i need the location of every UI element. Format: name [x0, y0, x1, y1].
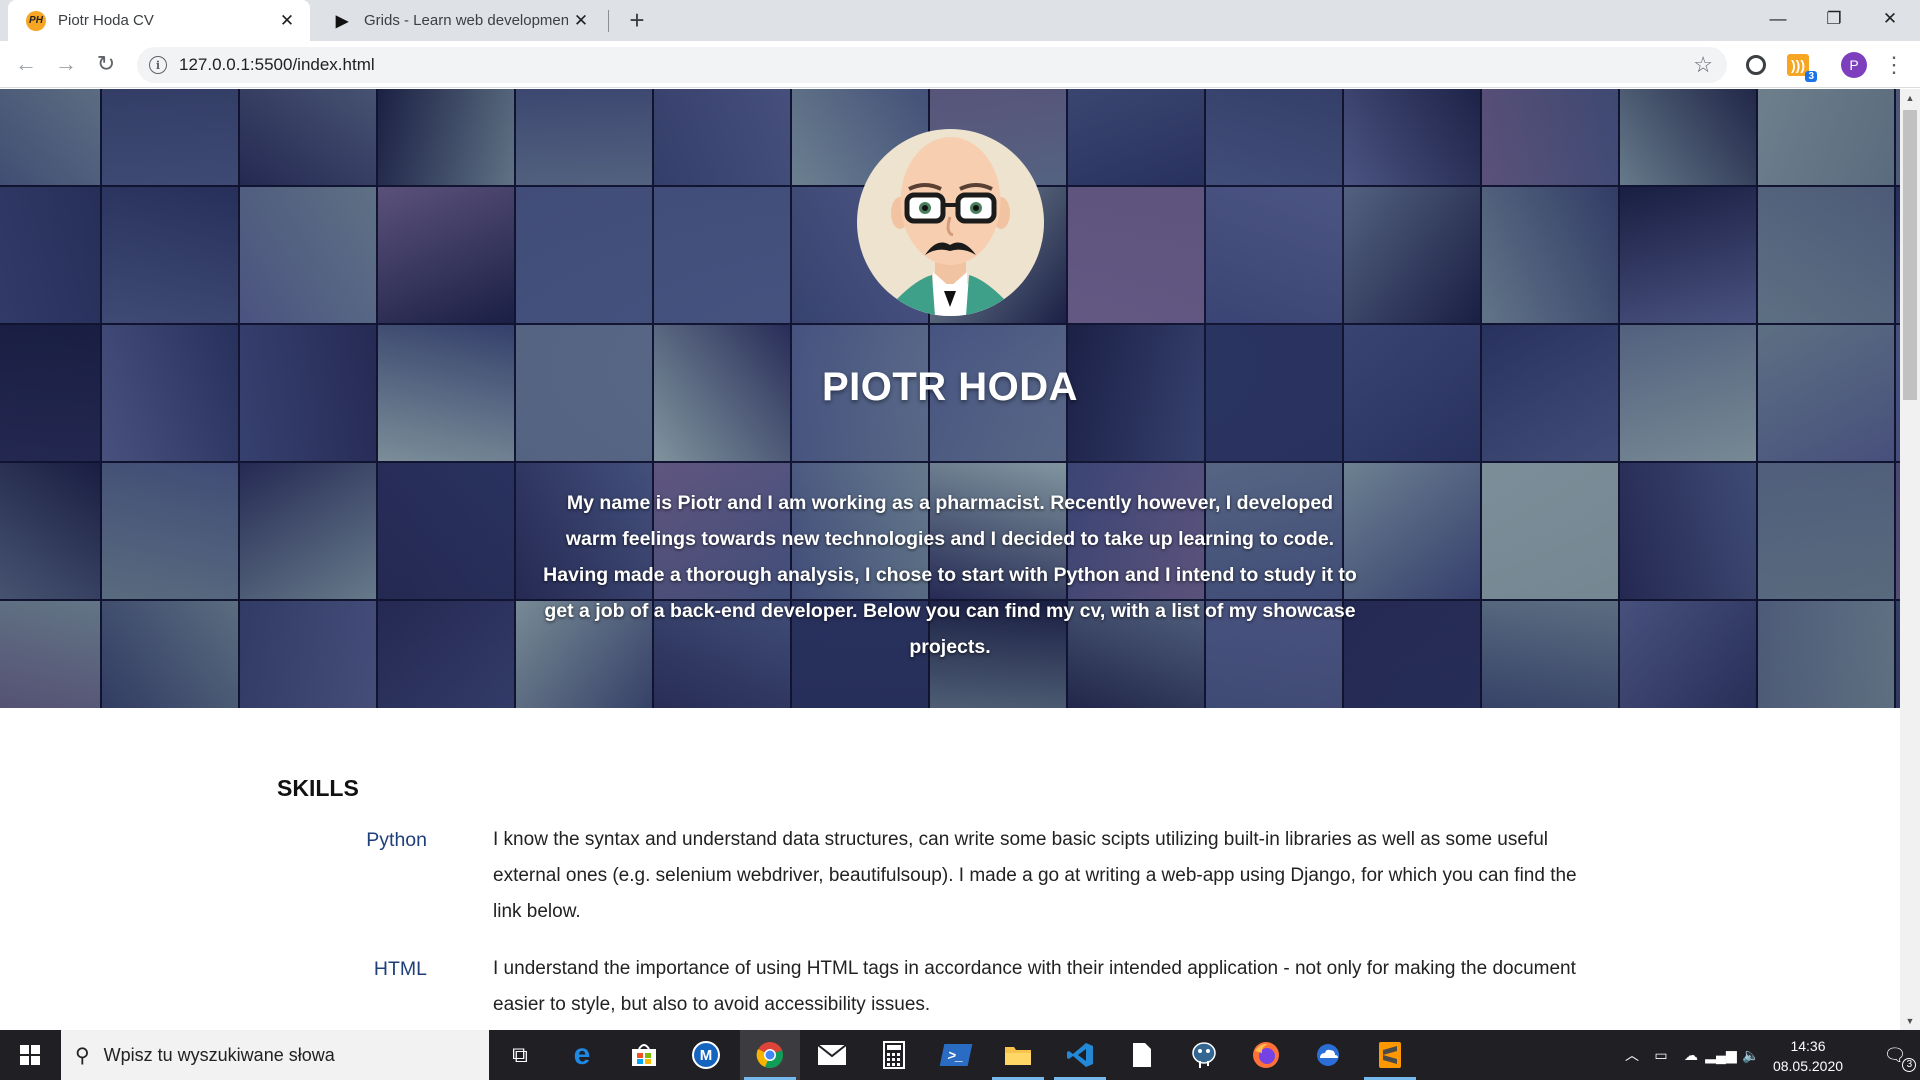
skill-description: I understand the importance of using HTM… [493, 958, 1576, 1015]
page-scrollbar[interactable]: ▲ ▼ [1900, 89, 1920, 1030]
close-tab-icon[interactable]: ✕ [568, 8, 594, 34]
clock-time: 14:36 [1790, 1038, 1826, 1054]
skill-description: I know the syntax and understand data st… [493, 829, 1577, 922]
address-bar[interactable]: i 127.0.0.1:5500/index.html ☆ [137, 47, 1727, 83]
mail-icon[interactable] [802, 1030, 862, 1080]
task-view-icon[interactable]: ⧉ [490, 1030, 550, 1080]
m-app-icon[interactable]: M [676, 1030, 736, 1080]
close-tab-icon[interactable]: ✕ [274, 8, 300, 34]
hero-section: PIOTR HODA My name is Piotr and I am wor… [0, 89, 1900, 708]
tab-title: Piotr Hoda CV [58, 12, 154, 29]
powershell-icon[interactable]: >_ [926, 1030, 986, 1080]
browser-menu-icon[interactable]: ⋮ [1880, 51, 1908, 79]
skill-name: HTML [373, 958, 427, 980]
cloud-app-icon[interactable] [1298, 1030, 1358, 1080]
page-viewport: PIOTR HODA My name is Piotr and I am wor… [0, 89, 1900, 1030]
taskbar-search[interactable]: ⚲ Wpisz tu wyszukiwane słowa [61, 1030, 489, 1080]
ph-favicon-icon: PH [26, 10, 46, 31]
profile-avatar[interactable]: P [1840, 51, 1868, 79]
restore-button[interactable]: ❐ [1806, 0, 1862, 38]
onedrive-offline-icon[interactable]: ☁ [1678, 1030, 1704, 1080]
search-placeholder: Wpisz tu wyszukiwane słowa [103, 1044, 335, 1065]
url-text[interactable]: 127.0.0.1:5500/index.html [179, 55, 1693, 75]
rss-extension-icon[interactable]: ))) 3 [1784, 51, 1817, 82]
sublime-text-icon[interactable] [1360, 1030, 1420, 1080]
info-icon[interactable]: i [149, 56, 167, 74]
tab-grids[interactable]: ▶ Grids - Learn web development | ✕ [314, 0, 604, 41]
extension-badge: 3 [1805, 71, 1817, 82]
action-center-icon[interactable]: 🗨 3 [1870, 1030, 1920, 1080]
forward-button[interactable]: → [49, 47, 83, 81]
scroll-down-arrow-icon[interactable]: ▼ [1900, 1012, 1920, 1030]
tab-piotr-hoda-cv[interactable]: PH Piotr Hoda CV ✕ [8, 0, 310, 41]
skill-name: Python [366, 829, 427, 851]
bio-paragraph: My name is Piotr and I am working as a p… [543, 492, 1357, 658]
page-title: PIOTR HODA [821, 365, 1079, 409]
tab-divider [608, 10, 609, 32]
extension-ring-icon[interactable] [1742, 51, 1770, 79]
show-hidden-icons-icon[interactable]: ︿ [1620, 1030, 1644, 1080]
notification-badge: 3 [1902, 1057, 1917, 1072]
clock-date: 08.05.2020 [1772, 1058, 1844, 1074]
document-icon[interactable] [1112, 1030, 1172, 1080]
minimize-button[interactable]: — [1750, 0, 1806, 38]
file-explorer-icon[interactable] [988, 1030, 1048, 1080]
store-icon[interactable] [614, 1030, 674, 1080]
browser-toolbar: ← → ↻ i 127.0.0.1:5500/index.html ☆ ))) 3… [0, 41, 1920, 88]
search-icon: ⚲ [75, 1044, 90, 1067]
start-button[interactable] [0, 1030, 60, 1080]
volume-icon[interactable]: 🔈 [1738, 1030, 1764, 1080]
scroll-thumb[interactable] [1903, 110, 1917, 400]
firefox-icon[interactable] [1236, 1030, 1296, 1080]
skills-heading: SKILLS [277, 775, 359, 801]
vscode-icon[interactable] [1050, 1030, 1110, 1080]
tab-title: Grids - Learn web development | [364, 12, 568, 29]
taskbar: ⚲ Wpisz tu wyszukiwane słowa ⧉ e M >_ ︿ … [0, 1030, 1920, 1080]
bookmark-star-icon[interactable]: ☆ [1693, 52, 1713, 78]
postgresql-icon[interactable] [1174, 1030, 1234, 1080]
windows-logo-icon [20, 1045, 40, 1065]
reload-button[interactable]: ↻ [89, 47, 123, 81]
network-icon[interactable]: ▂▄▆ [1705, 1030, 1736, 1080]
battery-icon[interactable]: ▭ [1648, 1030, 1674, 1080]
new-tab-button[interactable]: + [621, 4, 653, 36]
chrome-icon[interactable] [740, 1030, 800, 1080]
scroll-up-arrow-icon[interactable]: ▲ [1900, 89, 1920, 107]
avatar [857, 129, 1044, 316]
mdn-favicon-icon: ▶ [335, 12, 349, 30]
clock[interactable]: 14:36 08.05.2020 [1768, 1036, 1848, 1076]
close-window-button[interactable]: ✕ [1862, 0, 1918, 38]
back-button[interactable]: ← [9, 47, 43, 81]
tab-strip: PH Piotr Hoda CV ✕ ▶ Grids - Learn web d… [0, 0, 1920, 41]
edge-icon[interactable]: e [552, 1030, 612, 1080]
cartoon-face-icon [891, 137, 1010, 316]
calculator-icon[interactable] [864, 1030, 924, 1080]
